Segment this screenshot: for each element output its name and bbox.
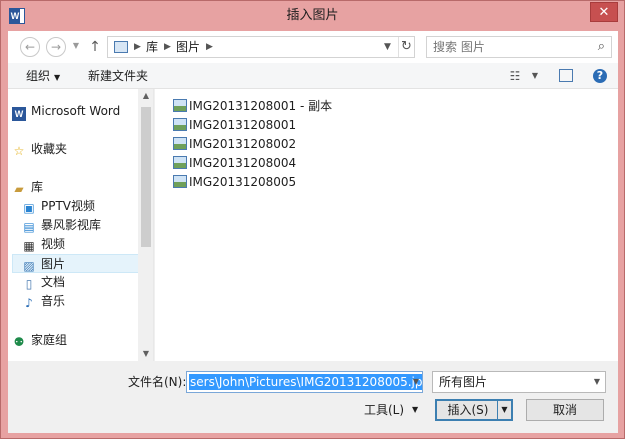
filename-value[interactable]: sers\John\Pictures\IMG20131208005.jpg xyxy=(189,374,422,390)
nav-item-label: 收藏夹 xyxy=(31,142,68,156)
image-file-icon xyxy=(173,175,187,188)
crumb-separator-icon[interactable]: ▶ xyxy=(134,37,141,57)
list-item[interactable]: IMG20131208002 xyxy=(173,135,296,153)
nav-scrollbar[interactable]: ▲ ▼ xyxy=(138,89,153,361)
storm-icon: ▤ xyxy=(23,220,35,234)
dialog-body: ← → ▼ ↑ ▶ 库 ▶ 图片 ▶ ▼ ↻ ⌕ 组织▼ 新建文件 xyxy=(8,31,618,433)
nav-item-label: 库 xyxy=(31,180,44,194)
insert-label: 插入(S) xyxy=(447,403,489,417)
insert-button[interactable]: 插入(S) ▼ xyxy=(435,399,513,421)
pptv-icon: ▣ xyxy=(23,201,35,215)
image-file-icon xyxy=(173,99,187,112)
music-icon: ♪ xyxy=(25,296,33,310)
search-icon[interactable]: ⌕ xyxy=(598,39,605,54)
nav-item-music[interactable]: ♪ 音乐 xyxy=(22,292,140,311)
forward-button[interactable]: → xyxy=(46,37,66,57)
crumb-separator-icon[interactable]: ▶ xyxy=(206,37,213,57)
chevron-down-icon: ▼ xyxy=(54,73,61,82)
chevron-down-icon[interactable]: ▼ xyxy=(413,372,419,392)
preview-pane-icon[interactable] xyxy=(559,69,573,82)
up-folder-button[interactable]: ↑ xyxy=(88,37,102,57)
nav-item-favorites[interactable]: ☆ 收藏夹 xyxy=(12,140,140,159)
file-name: IMG20131208004 xyxy=(189,156,297,170)
nav-item-storm[interactable]: ▤ 暴风影视库 xyxy=(22,216,140,235)
close-button[interactable]: ✕ xyxy=(590,2,618,22)
navigation-pane: W Microsoft Word ☆ 收藏夹 ▰ 库 ▣ PPTV视频 ▤ 暴风影视库 ▦… xyxy=(8,89,154,361)
filetype-select[interactable]: 所有图片 ▼ xyxy=(432,371,606,393)
cancel-button[interactable]: 取消 xyxy=(526,399,604,421)
scroll-up-icon[interactable]: ▲ xyxy=(138,89,153,103)
command-toolbar: 组织 ▼ 新建文件夹 ☷ ▼ ? xyxy=(8,63,618,89)
insert-picture-dialog: 插入图片 ✕ ← → ▼ ↑ ▶ 库 ▶ 图片 ▶ ▼ ↻ ⌕ xyxy=(0,0,625,439)
image-file-icon xyxy=(173,156,187,169)
nav-item-homegroup[interactable]: ⚉ 家庭组 xyxy=(12,331,140,350)
nav-item-label: 视频 xyxy=(41,237,66,251)
nav-item-label: 暴风影视库 xyxy=(41,218,102,232)
nav-item-pptv[interactable]: ▣ PPTV视频 xyxy=(22,197,140,216)
new-folder-button[interactable]: 新建文件夹 xyxy=(88,63,148,89)
breadcrumb-pictures[interactable]: 图片 xyxy=(176,37,200,57)
library-icon: ▰ xyxy=(14,182,24,196)
filetype-value: 所有图片 xyxy=(439,375,488,389)
list-item[interactable]: IMG20131208005 xyxy=(173,173,296,191)
dialog-title: 插入图片 xyxy=(286,8,339,23)
pictures-location-icon xyxy=(114,41,128,53)
tools-menu[interactable]: 工具(L) xyxy=(364,399,404,421)
insert-options-icon[interactable]: ▼ xyxy=(497,401,511,419)
organize-menu[interactable]: 组织 ▼ xyxy=(26,63,60,89)
address-bar: ← → ▼ ↑ ▶ 库 ▶ 图片 ▶ ▼ ↻ ⌕ xyxy=(8,31,618,63)
file-name: IMG20131208002 xyxy=(189,137,297,151)
chevron-down-icon[interactable]: ▼ xyxy=(594,372,600,392)
nav-item-video[interactable]: ▦ 视频 xyxy=(22,235,140,254)
nav-item-documents[interactable]: ▯ 文档 xyxy=(22,273,140,292)
homegroup-icon: ⚉ xyxy=(13,335,25,349)
star-icon: ☆ xyxy=(13,144,25,158)
nav-item-label: 家庭组 xyxy=(31,333,68,347)
tools-dropdown-icon[interactable]: ▼ xyxy=(412,399,418,421)
nav-item-label: Microsoft Word xyxy=(31,104,121,118)
file-list: IMG20131208001 - 副本 IMG20131208001 IMG20… xyxy=(155,89,618,361)
nav-item-label: 音乐 xyxy=(41,294,66,308)
file-name: IMG20131208005 xyxy=(189,175,297,189)
address-history-dropdown-icon[interactable]: ▼ xyxy=(384,37,391,57)
nav-item-label: 图片 xyxy=(41,257,66,271)
file-name: IMG20131208001 xyxy=(189,118,297,132)
filename-label: 文件名(N): xyxy=(128,375,187,389)
view-options-icon[interactable]: ☷ xyxy=(507,68,523,84)
search-box[interactable]: ⌕ xyxy=(426,36,612,58)
image-file-icon xyxy=(173,118,187,131)
search-input[interactable] xyxy=(431,39,581,55)
address-box[interactable]: ▶ 库 ▶ 图片 ▶ ▼ ↻ xyxy=(107,36,415,58)
nav-item-pictures[interactable]: ▨ 图片 xyxy=(12,254,140,273)
list-item[interactable]: IMG20131208004 xyxy=(173,154,296,172)
image-file-icon xyxy=(173,137,187,150)
word-icon: W xyxy=(12,107,26,121)
nav-item-label: 文档 xyxy=(41,275,66,289)
scroll-down-icon[interactable]: ▼ xyxy=(138,347,153,361)
bottom-panel: 文件名(N): sers\John\Pictures\IMG2013120800… xyxy=(8,361,618,433)
organize-label: 组织 xyxy=(26,69,51,83)
back-button[interactable]: ← xyxy=(20,37,40,57)
recent-locations-dropdown[interactable]: ▼ xyxy=(70,37,82,57)
view-dropdown-icon[interactable]: ▼ xyxy=(527,68,543,84)
nav-item-library[interactable]: ▰ 库 xyxy=(12,178,140,197)
scroll-thumb[interactable] xyxy=(141,107,151,247)
list-item[interactable]: IMG20131208001 xyxy=(173,116,296,134)
refresh-icon[interactable]: ↻ xyxy=(398,37,414,57)
nav-item-microsoft-word[interactable]: W Microsoft Word xyxy=(12,102,140,121)
nav-item-label: PPTV视频 xyxy=(41,199,96,213)
list-item[interactable]: IMG20131208001 - 副本 xyxy=(173,97,332,115)
picture-icon: ▨ xyxy=(23,259,35,273)
filename-field[interactable]: sers\John\Pictures\IMG20131208005.jpg ▼ xyxy=(186,371,423,393)
file-name: IMG20131208001 - 副本 xyxy=(189,99,333,113)
breadcrumb-library[interactable]: 库 xyxy=(146,37,158,57)
document-icon: ▯ xyxy=(25,277,33,291)
help-icon[interactable]: ? xyxy=(593,69,607,83)
crumb-separator-icon[interactable]: ▶ xyxy=(164,37,171,57)
video-icon: ▦ xyxy=(23,239,35,253)
title-bar[interactable]: 插入图片 ✕ xyxy=(1,1,624,31)
